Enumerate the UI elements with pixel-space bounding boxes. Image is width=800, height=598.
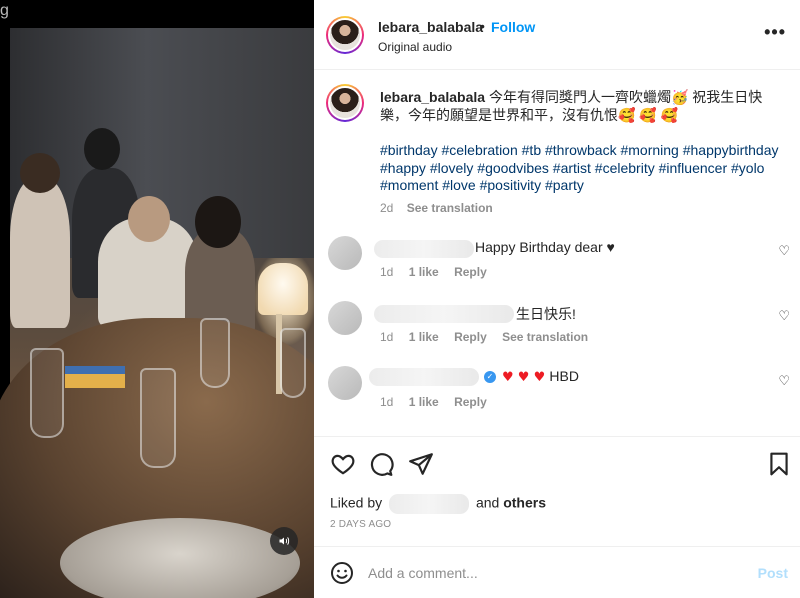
- comment: ✓ ♥ ♥ ♥ HBD 1d 1 like Reply ♡: [314, 360, 800, 422]
- like-icon[interactable]: [330, 451, 356, 477]
- comment-avatar[interactable]: [328, 366, 362, 400]
- heart-emoji-icon: ♥ ♥ ♥: [502, 370, 550, 385]
- mute-button[interactable]: [270, 527, 298, 555]
- liked-and: and: [475, 494, 500, 511]
- like-comment-icon[interactable]: ♡: [778, 309, 790, 324]
- reply-button[interactable]: Reply: [454, 330, 487, 344]
- username[interactable]: lebara_balabala: [378, 19, 483, 35]
- comment-likes[interactable]: 1 like: [409, 395, 439, 409]
- post-media[interactable]: g: [0, 0, 314, 598]
- others-link[interactable]: others: [503, 495, 546, 511]
- redacted-username: [369, 368, 479, 386]
- hashtags[interactable]: #birthday #celebration #tb #throwback #m…: [380, 142, 785, 195]
- verified-badge-icon: ✓: [484, 371, 496, 384]
- audio-link[interactable]: Original audio: [378, 40, 452, 54]
- comment-meta: 1d 1 like Reply: [380, 395, 499, 409]
- comment-meta: 1d 1 like Reply: [380, 265, 499, 279]
- reply-button[interactable]: Reply: [454, 395, 487, 409]
- post-header: lebara_balabala • Follow Original audio …: [314, 0, 800, 70]
- comment-text-line: ✓ ♥ ♥ ♥ HBD: [484, 368, 579, 385]
- comment-likes[interactable]: 1 like: [409, 265, 439, 279]
- caption-meta: 2d See translation: [380, 201, 503, 215]
- add-comment-bar: Post: [314, 546, 800, 598]
- redacted-username: [374, 240, 474, 258]
- reply-button[interactable]: Reply: [454, 265, 487, 279]
- avatar[interactable]: [326, 16, 364, 54]
- comment-meta: 1d 1 like Reply See translation: [380, 330, 600, 344]
- comment-text: Happy Birthday dear ♥: [475, 239, 615, 255]
- comment-text: HBD: [549, 368, 579, 384]
- like-comment-icon[interactable]: ♡: [778, 244, 790, 259]
- post-button[interactable]: Post: [758, 565, 788, 581]
- like-comment-icon[interactable]: ♡: [778, 374, 790, 389]
- comment-time[interactable]: 1d: [380, 395, 393, 409]
- more-options-icon[interactable]: •••: [764, 22, 786, 43]
- separator-dot: •: [480, 18, 485, 34]
- comment: Happy Birthday dear ♥ 1d 1 like Reply ♡: [314, 230, 800, 292]
- comment-text: 生日快乐!: [516, 306, 576, 322]
- comment-time[interactable]: 1d: [380, 330, 393, 344]
- edge-text: g: [0, 2, 9, 19]
- comment-avatar[interactable]: [328, 236, 362, 270]
- liked-by: Liked by and others: [330, 494, 546, 514]
- emoji-icon[interactable]: [330, 561, 354, 585]
- comments-section[interactable]: lebara_balabala 今年有得同獎門人一齊吹蠟燭🥳 祝我生日快樂，今年…: [314, 70, 800, 436]
- bookmark-icon[interactable]: [766, 451, 792, 477]
- see-translation-button[interactable]: See translation: [407, 201, 493, 215]
- caption-username[interactable]: lebara_balabala: [380, 89, 485, 105]
- comment-icon[interactable]: [368, 451, 394, 477]
- caption-time[interactable]: 2d: [380, 201, 393, 215]
- comment-likes[interactable]: 1 like: [409, 330, 439, 344]
- post-video[interactable]: [0, 28, 314, 598]
- comment: 生日快乐! 1d 1 like Reply See translation ♡: [314, 295, 800, 357]
- see-translation-button[interactable]: See translation: [502, 330, 588, 344]
- action-bar: Liked by and others 2 DAYS AGO: [314, 436, 800, 546]
- caption-avatar[interactable]: [326, 84, 364, 122]
- redacted-username: [389, 494, 470, 514]
- comment-avatar[interactable]: [328, 301, 362, 335]
- redacted-username: [374, 305, 514, 323]
- comment-input[interactable]: [368, 561, 738, 585]
- post-date[interactable]: 2 DAYS AGO: [330, 519, 391, 530]
- liked-prefix: Liked by: [330, 494, 383, 511]
- comment-time[interactable]: 1d: [380, 265, 393, 279]
- caption: lebara_balabala 今年有得同獎門人一齊吹蠟燭🥳 祝我生日快樂，今年…: [380, 88, 785, 124]
- share-icon[interactable]: [408, 451, 434, 477]
- speaker-icon: [279, 537, 290, 545]
- post-panel: lebara_balabala • Follow Original audio …: [314, 0, 800, 598]
- follow-button[interactable]: Follow: [491, 19, 535, 35]
